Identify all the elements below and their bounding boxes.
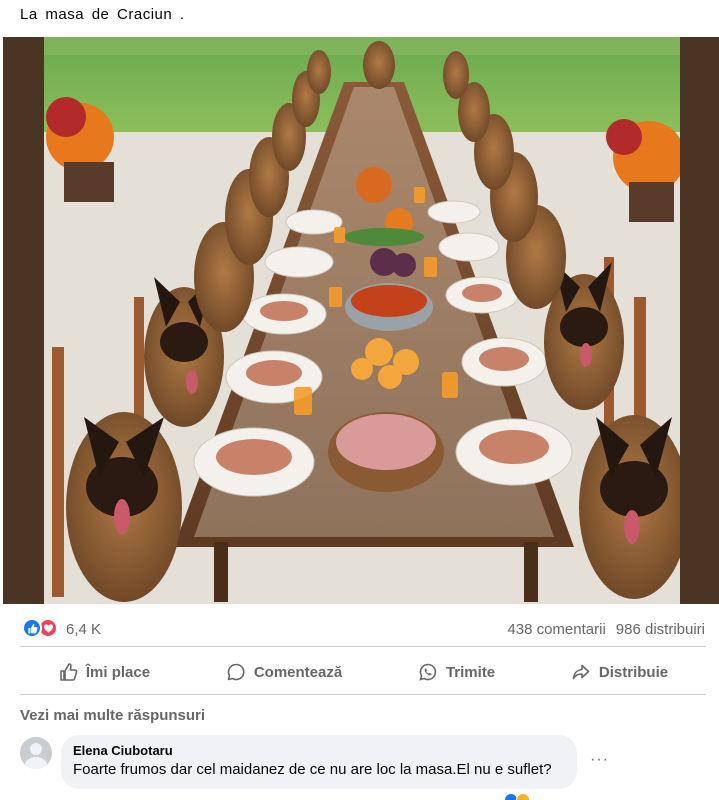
like-label: Îmi place [85, 663, 151, 681]
like-button[interactable]: Îmi place [46, 656, 162, 688]
post-caption: La masa de Craciun . [20, 6, 185, 23]
thumbs-up-icon [60, 663, 78, 681]
send-button[interactable]: Trimite [406, 656, 507, 688]
post-image[interactable] [3, 37, 719, 604]
share-arrow-icon [572, 664, 590, 680]
comment-options-button[interactable]: ··· [590, 751, 609, 769]
comment-bubble: Elena Ciubotaru Foarte frumos dar cel ma… [61, 735, 577, 789]
like-icon [22, 618, 42, 638]
action-bar: Îmi place Comentează Trimite Distribuie [20, 652, 706, 692]
comment-button[interactable]: Comentează [214, 656, 354, 688]
comment-label: Comentează [253, 663, 343, 681]
comment: Elena Ciubotaru Foarte frumos dar cel ma… [20, 735, 710, 800]
send-label: Trimite [445, 663, 496, 681]
comment-text: Foarte frumos dar cel maidanez de ce nu … [73, 761, 552, 778]
divider [20, 694, 706, 695]
avatar[interactable] [20, 737, 52, 769]
reactions-summary: 6,4 K 438 comentarii 986 distribuiri [0, 613, 719, 645]
reaction-count[interactable]: 6,4 K [66, 621, 101, 638]
comment-icon [227, 663, 245, 681]
whatsapp-icon [419, 663, 437, 681]
share-label: Distribuie [598, 663, 669, 681]
share-count[interactable]: 986 distribuiri [616, 621, 705, 638]
divider [20, 646, 706, 647]
comment-count[interactable]: 438 comentarii [507, 621, 605, 638]
default-avatar-icon [20, 737, 52, 769]
share-button[interactable]: Distribuie [559, 656, 680, 688]
view-more-replies-link[interactable]: Vezi mai multe răspunsuri [20, 707, 205, 724]
comment-reactions[interactable] [504, 793, 530, 800]
comment-author[interactable]: Elena Ciubotaru [73, 743, 565, 758]
post-photo [44, 37, 680, 604]
haha-icon [516, 793, 530, 800]
post-stats: 438 comentarii 986 distribuiri [507, 621, 705, 638]
reaction-icons[interactable] [22, 618, 58, 638]
